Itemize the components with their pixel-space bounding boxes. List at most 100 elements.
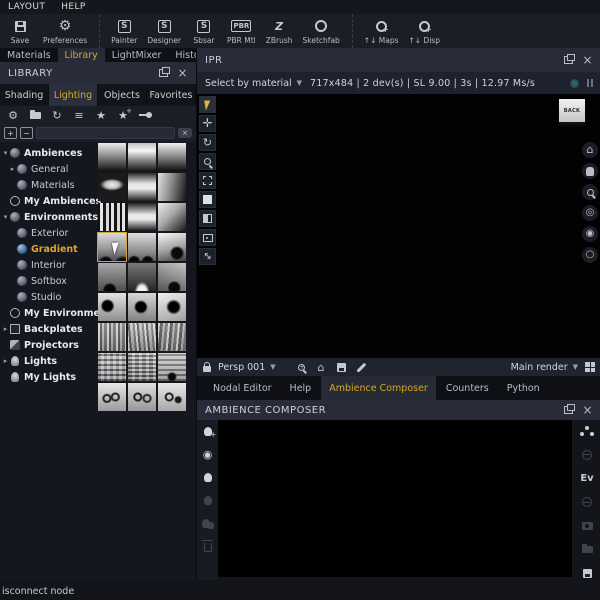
environment-thumbnail[interactable] xyxy=(128,353,156,381)
tree-expand-arrow[interactable]: ▸ xyxy=(1,357,10,365)
close-panel-icon[interactable] xyxy=(582,56,593,64)
environment-thumbnail[interactable] xyxy=(158,323,186,351)
toolbar-button[interactable]: ↑↓ Disp xyxy=(403,14,444,48)
dock-icon-button[interactable] xyxy=(579,495,595,509)
viewport-tool-button[interactable] xyxy=(199,210,216,227)
composer-tool-button[interactable] xyxy=(201,424,217,439)
library-action-icon[interactable]: ★ xyxy=(92,107,110,123)
render-target-dropdown[interactable]: Main render xyxy=(511,362,578,373)
environment-thumbnail[interactable] xyxy=(98,173,126,201)
dock-tab[interactable]: Help xyxy=(282,376,320,400)
camera-bar-tool[interactable] xyxy=(353,360,369,374)
environment-thumbnail[interactable] xyxy=(98,263,126,291)
library-tab[interactable]: Objects xyxy=(98,84,147,106)
tree-item[interactable]: My Lights xyxy=(0,369,97,385)
environment-thumbnail[interactable] xyxy=(98,383,126,411)
environment-thumbnail[interactable] xyxy=(158,293,186,321)
viewport-tool-button[interactable] xyxy=(199,229,216,246)
tree-item[interactable]: Materials xyxy=(0,177,97,193)
composer-tool-button[interactable] xyxy=(201,493,215,507)
viewport-tool-button[interactable]: ✛ xyxy=(199,115,216,132)
library-action-icon[interactable]: ↻ xyxy=(48,107,66,123)
menu-item[interactable]: LAYOUT xyxy=(8,2,45,12)
composer-tool-button[interactable] xyxy=(201,539,215,553)
tree-item[interactable]: Studio xyxy=(0,289,97,305)
tree-expand-arrow[interactable]: ▾ xyxy=(1,149,10,157)
library-action-icon[interactable]: ★ xyxy=(114,107,132,123)
select-mode-dropdown[interactable]: Select by material xyxy=(205,78,302,89)
tree-item[interactable]: My Ambiences xyxy=(0,193,101,209)
environment-thumbnail[interactable] xyxy=(128,143,156,171)
library-search-input[interactable] xyxy=(36,127,175,139)
environment-thumbnail[interactable] xyxy=(158,263,186,291)
toolbar-button[interactable]: ⚙ Preferences xyxy=(38,14,101,48)
expand-viewport-icon[interactable] xyxy=(585,362,595,372)
tree-item[interactable]: ▸ General xyxy=(0,161,97,177)
library-tab[interactable]: Favorites xyxy=(147,84,196,106)
viewport-tool-button[interactable]: ↔ xyxy=(199,248,216,265)
viewport-nav-button[interactable] xyxy=(582,163,598,179)
environment-thumbnail[interactable] xyxy=(98,143,126,171)
composer-canvas[interactable] xyxy=(218,420,572,577)
tree-item[interactable]: Exterior xyxy=(0,225,97,241)
dock-icon-button[interactable] xyxy=(579,543,595,557)
dock-icon-button[interactable] xyxy=(579,424,595,438)
environment-thumbnail[interactable] xyxy=(158,233,186,261)
tree-item[interactable]: ▸ Backplates xyxy=(0,321,97,337)
float-panel-icon[interactable] xyxy=(564,404,576,414)
toolbar-button[interactable]: PBR PBR Mtl xyxy=(222,14,261,48)
expand-all-button[interactable]: − xyxy=(20,127,33,139)
viewport-tool-button[interactable] xyxy=(199,96,216,113)
library-tab[interactable]: Lighting xyxy=(49,84,98,106)
render-viewport[interactable]: ✛ ↻ ↔ ⌂ ◎ ◉ ○ BACK xyxy=(197,94,600,358)
tree-item[interactable]: Gradient xyxy=(0,241,97,257)
tree-item[interactable]: ▸ Lights xyxy=(0,353,97,369)
dock-tab[interactable]: Python xyxy=(499,376,548,400)
environment-thumbnail[interactable] xyxy=(98,323,126,351)
dock-icon-button[interactable] xyxy=(579,448,595,462)
library-action-icon[interactable] xyxy=(136,107,154,123)
toolbar-button[interactable]: Z ZBrush xyxy=(261,14,298,48)
dock-icon-button[interactable] xyxy=(579,566,595,580)
viewport-nav-button[interactable] xyxy=(582,247,598,263)
clear-search-icon[interactable] xyxy=(178,128,192,138)
viewport-tool-button[interactable]: ↻ xyxy=(199,134,216,151)
environment-thumbnail[interactable] xyxy=(128,263,156,291)
environment-thumbnail[interactable] xyxy=(128,173,156,201)
viewport-nav-button[interactable] xyxy=(582,226,598,242)
environment-thumbnail[interactable] xyxy=(98,293,126,321)
environment-thumbnail[interactable] xyxy=(98,203,126,231)
environment-thumbnail[interactable] xyxy=(98,353,126,381)
close-panel-icon[interactable] xyxy=(177,69,188,77)
menu-item[interactable]: HELP xyxy=(61,2,86,12)
lock-camera-icon[interactable] xyxy=(203,361,211,372)
tree-item[interactable]: Softbox xyxy=(0,273,97,289)
toolbar-button[interactable]: S Designer xyxy=(142,14,186,48)
environment-thumbnail[interactable] xyxy=(128,203,156,231)
viewport-nav-button[interactable] xyxy=(582,205,598,221)
viewport-nav-button[interactable] xyxy=(582,142,598,158)
tree-expand-arrow[interactable]: ▸ xyxy=(1,325,10,333)
float-panel-icon[interactable] xyxy=(564,54,576,64)
viewport-tool-button[interactable] xyxy=(199,153,216,170)
dock-icon-button[interactable] xyxy=(579,519,595,533)
tree-expand-arrow[interactable]: ▸ xyxy=(8,165,17,173)
dock-tab[interactable]: Ambience Composer xyxy=(321,376,436,400)
toolbar-button[interactable]: S Sbsar xyxy=(186,14,222,48)
environment-thumbnail[interactable] xyxy=(158,383,186,411)
viewport-tool-button[interactable] xyxy=(199,172,216,189)
tree-expand-arrow[interactable]: ▾ xyxy=(1,213,10,221)
toolbar-button[interactable]: ↑↓ Maps xyxy=(359,14,404,48)
float-panel-icon[interactable] xyxy=(159,67,171,77)
camera-dropdown[interactable]: Persp 001 xyxy=(218,362,286,373)
document-tab[interactable]: Materials xyxy=(0,48,58,62)
tree-item[interactable]: Projectors xyxy=(0,337,97,353)
viewport-nav-button[interactable] xyxy=(582,184,598,200)
dock-tab[interactable]: Counters xyxy=(438,376,497,400)
tree-item[interactable]: ▾ Ambiences xyxy=(0,145,97,161)
tree-item[interactable]: ▾ Environments xyxy=(0,209,98,225)
environment-thumbnail[interactable] xyxy=(158,353,186,381)
library-tab[interactable]: Shading xyxy=(0,84,49,106)
camera-bar-tool[interactable] xyxy=(333,360,349,374)
tree-item[interactable]: Interior xyxy=(0,257,97,273)
